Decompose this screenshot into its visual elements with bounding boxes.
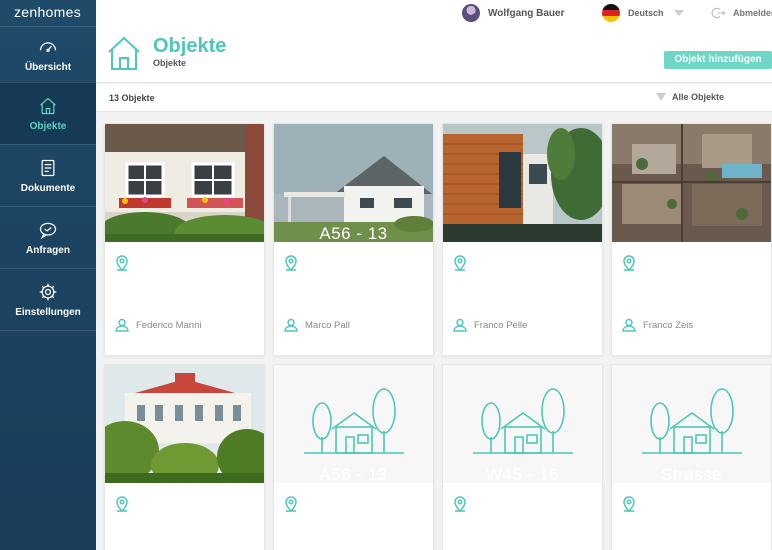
filter-label: Alle Objekte — [672, 92, 725, 102]
location-pin-icon — [623, 255, 635, 271]
location-pin-icon — [116, 496, 128, 512]
object-count: 13 Objekte — [109, 93, 155, 103]
user-icon — [622, 318, 636, 332]
language-select[interactable]: Deutsch — [602, 4, 684, 22]
property-card[interactable]: W45 - 16 — [442, 364, 603, 550]
house-icon — [108, 36, 140, 70]
breadcrumb[interactable]: Objekte — [153, 58, 186, 68]
property-card[interactable]: A56 - 13 — [273, 364, 434, 550]
property-image-placeholder: A56 - 13 — [274, 365, 433, 483]
sidebar-item-anfragen[interactable]: Anfragen — [0, 206, 96, 268]
filter-icon — [656, 93, 666, 101]
page-title: Objekte — [153, 35, 227, 57]
sidebar-item-label: Objekte — [29, 120, 67, 132]
user-icon — [115, 318, 129, 332]
sidebar: zenhomes Übersicht Objekte Dokumente Anf… — [0, 0, 96, 550]
gear-icon — [39, 283, 57, 300]
user-icon — [453, 318, 467, 332]
property-card[interactable]: Federico Manni — [104, 123, 265, 356]
user-menu[interactable]: Wolfgang Bauer — [462, 4, 564, 22]
property-card[interactable] — [104, 364, 265, 550]
property-image — [105, 124, 264, 242]
filter-dropdown[interactable]: Alle Objekte — [656, 92, 724, 102]
logout-icon — [711, 7, 726, 19]
owner-info: Marco Pall — [284, 318, 350, 332]
language-label: Deutsch — [628, 8, 664, 18]
property-address-top: … — [684, 443, 699, 459]
top-bar: Wolfgang Bauer Deutsch Abmelden — [96, 0, 772, 26]
logout-button[interactable]: Abmelden — [710, 5, 772, 21]
chat-icon — [39, 222, 57, 239]
user-name: Wolfgang Bauer — [488, 7, 565, 19]
sidebar-item-einstellungen[interactable]: Einstellungen — [0, 268, 96, 330]
property-image-placeholder: … Strasse — [612, 365, 771, 483]
owner-name: Franco Zeis — [643, 319, 694, 331]
speedometer-icon — [39, 41, 57, 52]
property-image — [443, 124, 602, 242]
owner-info: Federico Manni — [115, 318, 201, 332]
sidebar-item-label: Übersicht — [24, 61, 72, 73]
app-logo[interactable]: zenhomes — [0, 0, 96, 26]
property-code: W45 - 16 — [486, 465, 559, 483]
house-icon — [40, 97, 56, 114]
location-pin-icon — [623, 496, 635, 512]
user-icon — [284, 318, 298, 332]
sidebar-item-label: Anfragen — [26, 244, 70, 256]
property-code: A56 - 13 — [319, 465, 388, 483]
sidebar-item-dokumente[interactable]: Dokumente — [0, 144, 96, 206]
property-card[interactable]: Franco Pelle — [442, 123, 603, 356]
german-flag-icon — [602, 4, 620, 22]
logout-label: Abmelden — [733, 8, 772, 18]
owner-name: Franco Pelle — [474, 319, 528, 331]
property-card[interactable]: A56 - 13 Marco Pall — [273, 123, 434, 356]
page-header: Objekte Objekte Objekt hinzufügen — [96, 26, 772, 83]
owner-info: Franco Pelle — [453, 318, 527, 332]
property-image-placeholder: W45 - 16 — [443, 365, 602, 483]
avatar — [462, 4, 480, 22]
sidebar-item-objekte[interactable]: Objekte — [0, 82, 96, 144]
document-icon — [41, 159, 55, 176]
location-pin-icon — [285, 496, 297, 512]
property-image — [105, 365, 264, 483]
property-image: A56 - 13 — [274, 124, 433, 242]
property-card[interactable]: … Strasse — [611, 364, 772, 550]
owner-name: Marco Pall — [305, 319, 350, 331]
chevron-down-icon — [673, 10, 684, 16]
sidebar-item-uebersicht[interactable]: Übersicht — [0, 26, 96, 82]
location-pin-icon — [454, 255, 466, 271]
property-address: Strasse — [660, 465, 723, 483]
owner-name: Federico Manni — [136, 319, 202, 331]
property-card[interactable]: Franco Zeis — [611, 123, 772, 356]
property-image — [612, 124, 771, 242]
filter-bar: 13 Objekte Alle Objekte — [96, 84, 772, 112]
owner-info: Franco Zeis — [622, 318, 693, 332]
add-object-button[interactable]: Objekt hinzufügen — [664, 51, 772, 69]
property-code: A56 - 13 — [319, 224, 388, 242]
sidebar-item-label: Einstellungen — [15, 306, 81, 318]
location-pin-icon — [285, 255, 297, 271]
location-pin-icon — [116, 255, 128, 271]
location-pin-icon — [454, 496, 466, 512]
sidebar-item-label: Dokumente — [20, 182, 76, 194]
